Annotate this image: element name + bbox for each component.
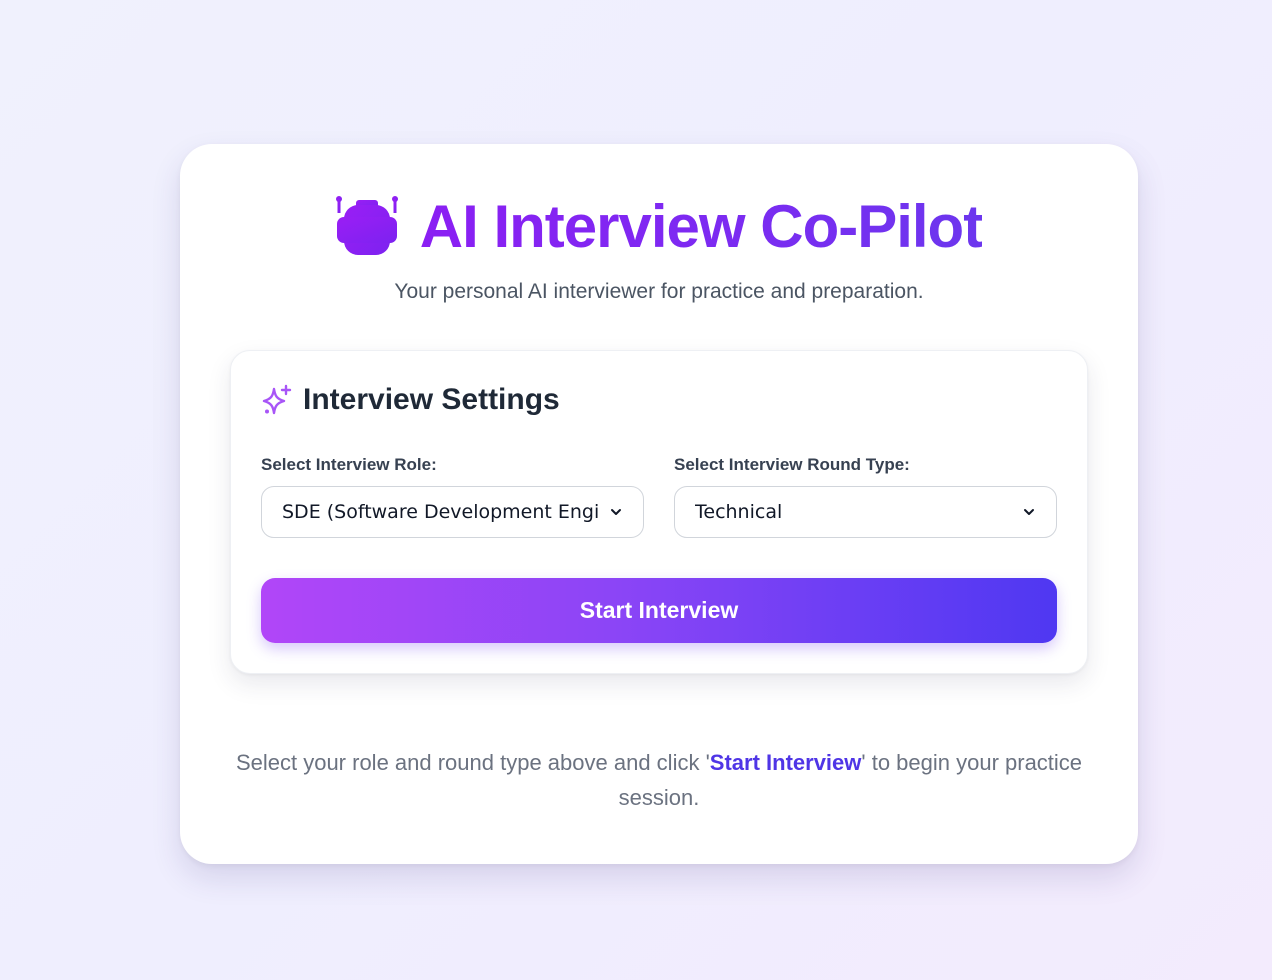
settings-header: Interview Settings [261, 383, 560, 417]
page-title: AI Interview Co-Pilot [419, 192, 983, 260]
start-interview-button[interactable]: Start Interview [261, 578, 1057, 643]
round-select-value: Technical [695, 501, 783, 523]
sparkle-icon [262, 384, 292, 415]
main-card: AI Interview Co-Pilot Your personal AI i… [180, 144, 1138, 864]
page-subtitle: Your personal AI interviewer for practic… [394, 280, 924, 303]
role-label: Select Interview Role: [261, 455, 437, 474]
settings-title: Interview Settings [303, 383, 560, 416]
role-select-value: SDE (Software Development Engineer) [282, 501, 599, 523]
interview-settings-panel: Interview Settings Select Interview Role… [230, 350, 1088, 674]
role-select[interactable]: SDE (Software Development Engineer) [261, 486, 644, 538]
round-label: Select Interview Round Type: [674, 455, 910, 474]
chevron-down-icon [1024, 509, 1034, 515]
instruction-text: Select your role and round type above an… [220, 745, 1098, 815]
header: AI Interview Co-Pilot [180, 193, 1138, 260]
round-select[interactable]: Technical [674, 486, 1057, 538]
instruction-text-start: Select your role and round type above an… [235, 750, 710, 775]
robot-icon [335, 196, 398, 255]
chevron-down-icon [611, 509, 621, 515]
instruction-highlight: Start Interview [709, 750, 862, 775]
